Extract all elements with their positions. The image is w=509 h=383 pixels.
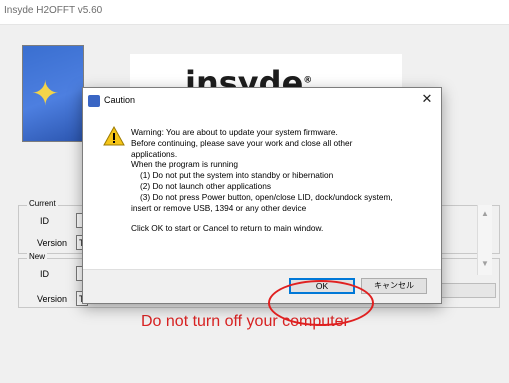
new-version-label: Version bbox=[37, 294, 68, 304]
current-id-label: ID bbox=[40, 216, 49, 226]
dialog-titlebar: Caution ✕ bbox=[83, 88, 441, 114]
message-line: Warning: You are about to update your sy… bbox=[131, 127, 338, 137]
message-line: insert or remove USB, 1394 or any other … bbox=[131, 202, 307, 213]
scroll-down-icon[interactable]: ▼ bbox=[481, 259, 489, 268]
message-line: When the program is running bbox=[131, 159, 238, 170]
dialog-button-bar: OK キャンセル bbox=[83, 269, 441, 303]
dialog-title: Caution bbox=[104, 95, 136, 105]
message-line: (3) Do not press Power button, open/clos… bbox=[140, 191, 393, 202]
new-group-legend: New bbox=[27, 252, 48, 261]
dialog-message: Warning: You are about to update your sy… bbox=[131, 127, 431, 234]
insyde-mascot-image: ✦ bbox=[22, 45, 84, 142]
message-line: (1) Do not put the system into standby o… bbox=[140, 170, 334, 181]
ok-button[interactable]: OK bbox=[289, 278, 355, 294]
close-icon[interactable]: ✕ bbox=[419, 92, 435, 107]
warning-icon bbox=[103, 126, 125, 146]
message-line: (2) Do not launch other applications bbox=[140, 180, 271, 191]
mascot-icon: ✦ bbox=[31, 74, 60, 114]
do-not-turn-off-warning: Do not turn off your computer bbox=[141, 313, 349, 330]
scroll-up-icon[interactable]: ▲ bbox=[481, 209, 489, 218]
message-line: applications. bbox=[131, 148, 178, 159]
window-titlebar: Insyde H2OFFT v5.60 bbox=[0, 0, 509, 25]
caution-dialog: Caution ✕ Warning: You are about to upda… bbox=[82, 87, 442, 304]
log-scrollbar[interactable]: ▲ ▼ bbox=[477, 205, 492, 275]
app-icon bbox=[88, 95, 100, 107]
window-title: Insyde H2OFFT v5.60 bbox=[4, 5, 103, 16]
message-line: Click OK to start or Cancel to return to… bbox=[131, 223, 324, 234]
current-group-legend: Current bbox=[27, 199, 58, 208]
current-version-label: Version bbox=[37, 238, 68, 248]
message-line: Before continuing, please save your work… bbox=[131, 137, 353, 148]
cancel-button[interactable]: キャンセル bbox=[361, 278, 427, 294]
new-id-label: ID bbox=[40, 269, 49, 279]
